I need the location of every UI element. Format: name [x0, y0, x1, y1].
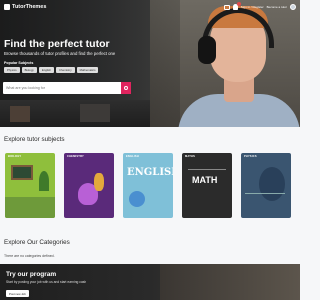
notification-badge	[236, 2, 241, 6]
card-art-formula-line	[245, 193, 285, 194]
hero-subtitle: Browse thousands of tutor profiles and f…	[4, 51, 116, 56]
categories-empty-text: There are no categories defined.	[4, 254, 55, 258]
subject-card-physics[interactable]: PHYSICS	[241, 153, 291, 218]
page: TutorThemes Sign in / Register Become a …	[0, 0, 300, 300]
card-art-flask-small	[94, 173, 104, 191]
chip-mathematics[interactable]: Mathematics	[76, 67, 99, 73]
program-banner: Try our program Start by posting your jo…	[0, 264, 300, 300]
hero-background-shelf	[0, 100, 150, 127]
card-art-line	[188, 169, 226, 170]
logo-icon	[4, 4, 10, 10]
card-label: BIOLOGY	[8, 155, 22, 158]
chip-chemistry[interactable]: Chemistry	[56, 67, 75, 73]
cart-icon[interactable]	[223, 4, 230, 10]
popular-subjects-label: Popular Subjects	[4, 61, 34, 65]
subject-card-chemistry[interactable]: CHEMISTRY	[64, 153, 114, 218]
banner-subtitle: Start by posting your job with us and st…	[6, 280, 87, 284]
card-art-math-word: MATH	[192, 175, 218, 185]
notification-bell-icon[interactable]	[232, 2, 241, 10]
search-icon	[124, 86, 128, 90]
search-bar	[3, 82, 131, 94]
brand-logo[interactable]: TutorThemes	[4, 4, 46, 10]
categories-title: Explore Our Categories	[4, 239, 70, 246]
subject-cards: BIOLOGY CHEMISTRY ENGLISH ENGLISH MATH M…	[5, 153, 291, 218]
card-label: PHYSICS	[244, 155, 257, 158]
search-input[interactable]	[3, 82, 121, 94]
card-art-plant	[39, 171, 49, 191]
post-job-button[interactable]: Post new Job	[6, 290, 29, 297]
chip-biology[interactable]: Biology	[21, 67, 37, 73]
nav-link-sign-in[interactable]: Sign in / Register	[241, 5, 264, 9]
avatar[interactable]	[290, 4, 296, 10]
navbar: TutorThemes Sign in / Register Become a …	[0, 0, 300, 14]
card-art-desk	[5, 197, 55, 218]
search-button[interactable]	[121, 82, 131, 94]
card-art-word: ENGLISH	[127, 167, 173, 178]
brand-name: TutorThemes	[12, 4, 47, 10]
card-art-head-silhouette	[259, 167, 285, 201]
subject-card-maths[interactable]: MATH MATHS	[182, 153, 232, 218]
banner-title: Try our program	[6, 271, 57, 278]
card-art-globe	[129, 191, 145, 207]
hero-tutor-image	[168, 2, 300, 127]
subject-card-biology[interactable]: BIOLOGY	[5, 153, 55, 218]
card-label: MATHS	[185, 155, 196, 158]
card-label: CHEMISTRY	[67, 155, 84, 158]
chip-english[interactable]: English	[38, 67, 55, 73]
banner-image	[160, 264, 300, 300]
card-label: ENGLISH	[126, 155, 139, 158]
card-art-chalkboard	[11, 165, 33, 180]
chip-physics[interactable]: Physics	[4, 67, 20, 73]
subjects-title: Explore tutor subjects	[4, 136, 65, 143]
headphones-cup	[198, 36, 216, 64]
nav-link-become-tutor[interactable]: Become a tutor	[267, 5, 287, 9]
hero-title: Find the perfect tutor	[4, 38, 110, 50]
hero-section: TutorThemes Sign in / Register Become a …	[0, 0, 300, 127]
nav-actions: Sign in / Register Become a tutor	[223, 2, 296, 10]
subject-card-english[interactable]: ENGLISH ENGLISH	[123, 153, 173, 218]
popular-subject-chips: Physics Biology English Chemistry Mathem…	[4, 67, 99, 73]
